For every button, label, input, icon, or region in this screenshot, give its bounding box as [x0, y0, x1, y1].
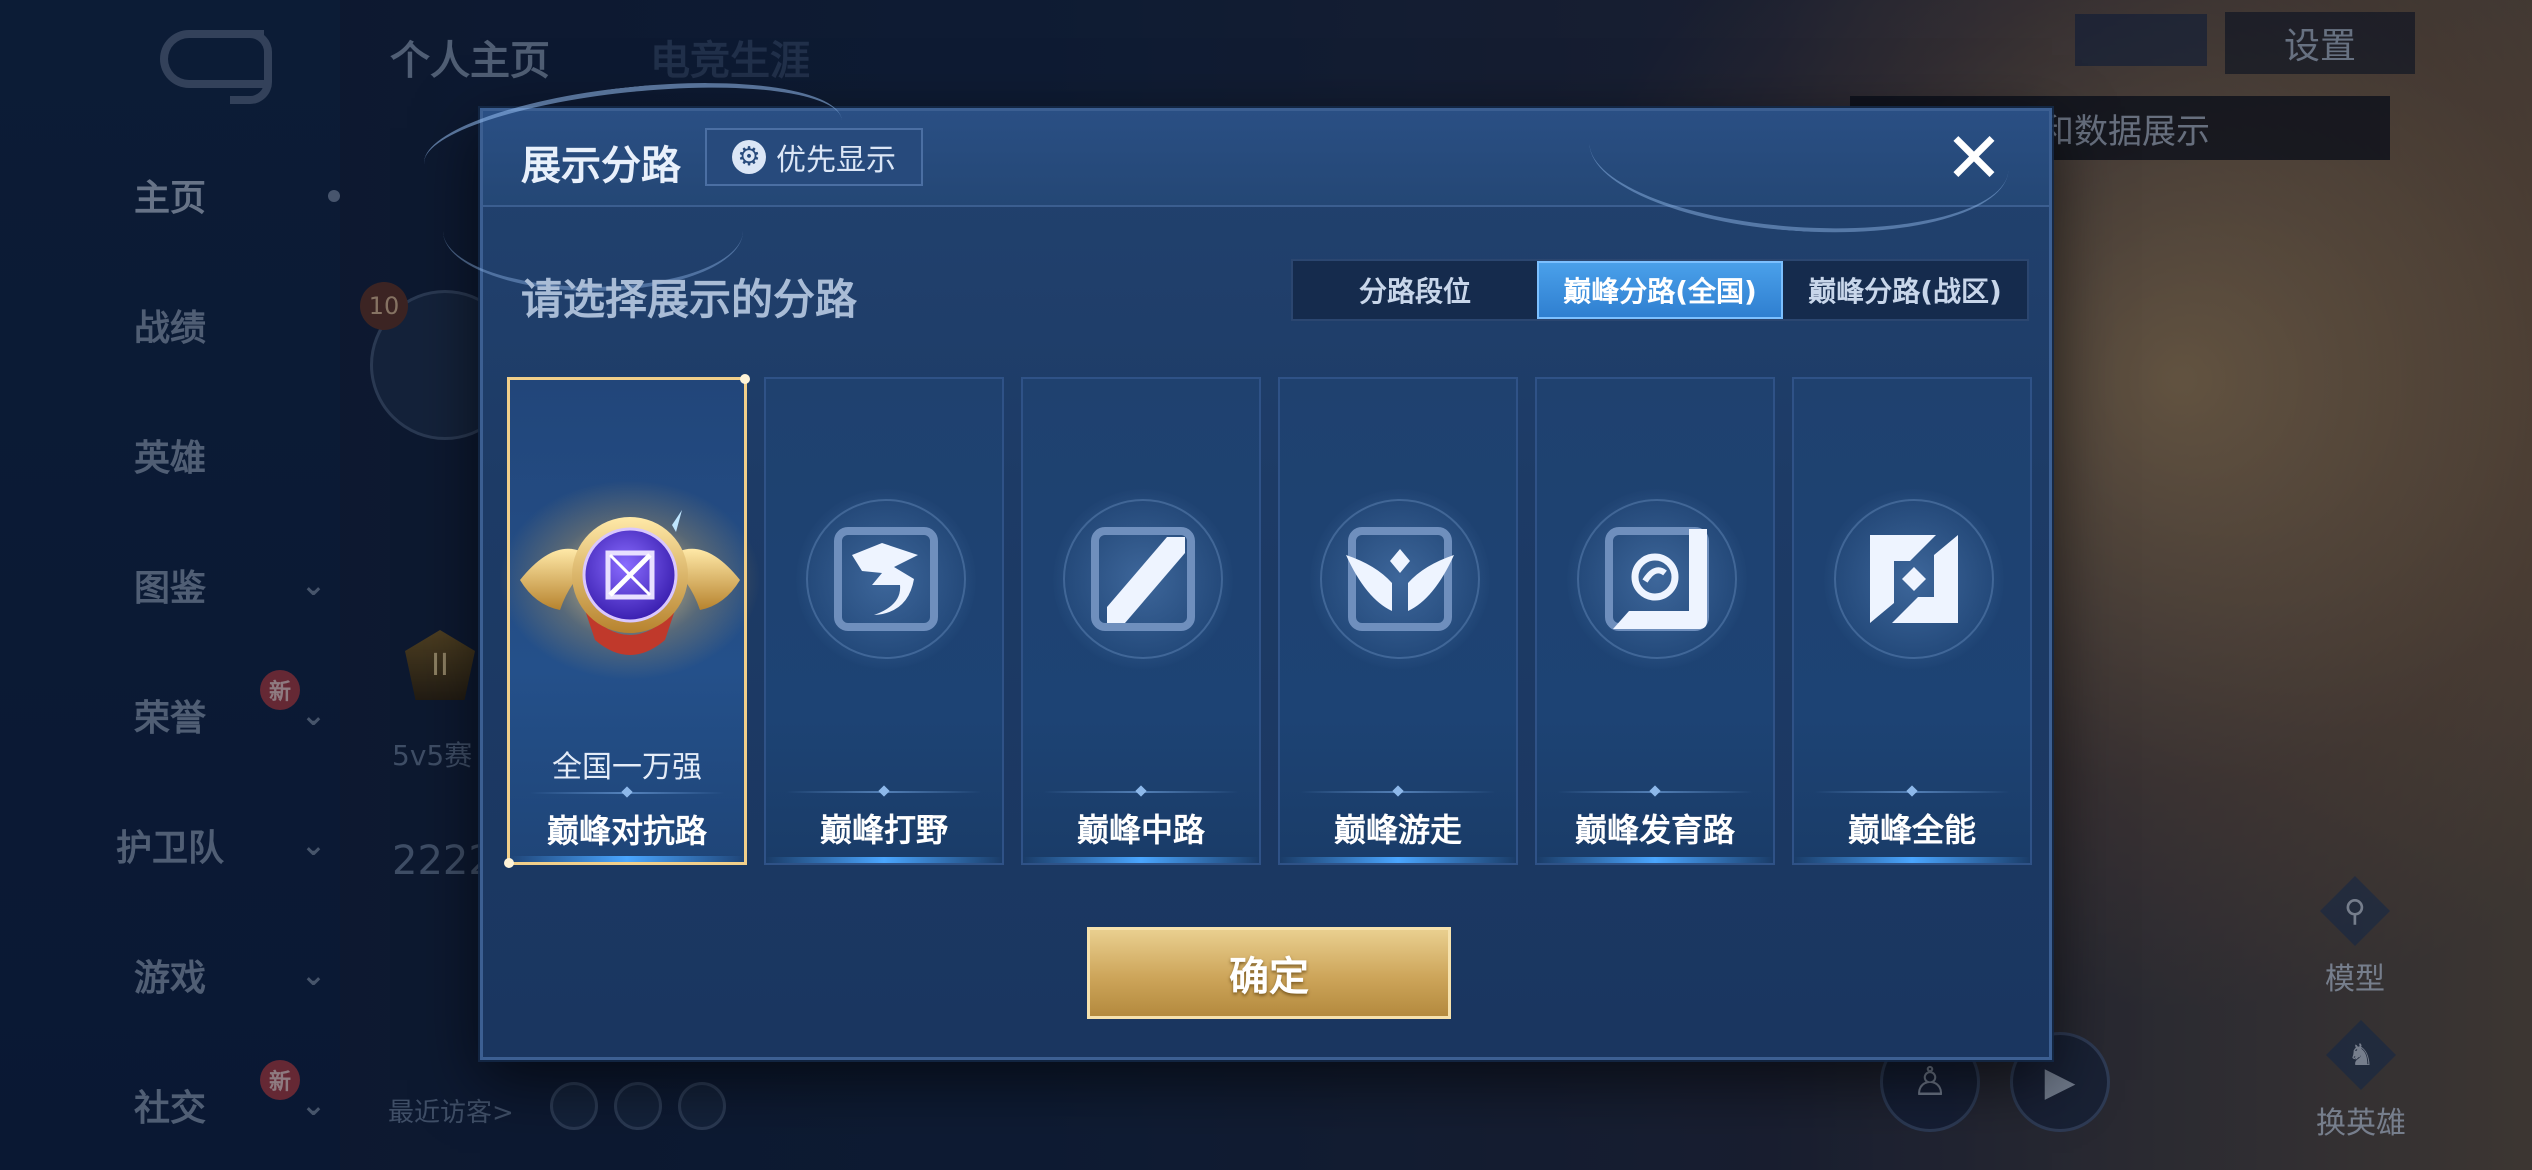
lane-card-jungle[interactable]: 巅峰打野 — [764, 377, 1004, 865]
lane-card-clash[interactable]: 全国一万强 巅峰对抗路 — [500, 374, 760, 868]
card-divider — [1300, 791, 1496, 793]
dialog-title: 展示分路 — [521, 143, 681, 189]
lane-card-mid[interactable]: 巅峰中路 — [1021, 377, 1261, 865]
jungle-dragon-icon — [822, 515, 950, 643]
mid-lane-slash-icon — [1079, 515, 1207, 643]
card-divider — [1557, 791, 1753, 793]
close-icon: ✕ — [1944, 117, 2004, 199]
card-label: 巅峰发育路 — [1574, 811, 1735, 849]
tab-lane-rank[interactable]: 分路段位 — [1293, 261, 1537, 319]
tab-peak-lane-region[interactable]: 巅峰分路(战区) — [1783, 261, 2027, 319]
tab-peak-lane-national[interactable]: 巅峰分路(全国) — [1537, 261, 1783, 319]
confirm-button[interactable]: 确定 — [1087, 927, 1451, 1019]
card-label: 巅峰游走 — [1333, 811, 1462, 849]
farm-lane-icon — [1593, 515, 1721, 643]
lane-cards: 全国一万强 巅峰对抗路 巅峰打野 巅峰中路 巅峰游走 巅峰发育路 巅峰全能 — [500, 374, 2032, 868]
card-label: 巅峰中路 — [1076, 811, 1205, 849]
dialog-header: 展示分路 ⚙ 优先显示 ✕ — [418, 65, 2049, 291]
gear-icon: ⚙ — [732, 140, 766, 174]
card-label: 巅峰对抗路 — [546, 812, 707, 850]
card-divider — [786, 791, 982, 793]
lane-card-roam[interactable]: 巅峰游走 — [1278, 377, 1518, 865]
roam-wings-icon — [1336, 515, 1464, 643]
clash-lane-rank-emblem-icon — [500, 480, 760, 680]
card-divider — [1043, 791, 1239, 793]
rank-text: 全国一万强 — [552, 750, 702, 785]
lane-card-farm[interactable]: 巅峰发育路 — [1535, 377, 1775, 865]
card-label: 巅峰打野 — [819, 811, 948, 849]
priority-display-button[interactable]: ⚙ 优先显示 — [705, 128, 923, 186]
corner-sparkle — [740, 374, 750, 384]
lane-filter-tabs: 分路段位 巅峰分路(全国) 巅峰分路(战区) — [1291, 259, 2029, 321]
close-button[interactable]: ✕ — [1941, 123, 2007, 193]
all-round-icon — [1850, 515, 1978, 643]
priority-display-label: 优先显示 — [776, 143, 896, 178]
card-label: 巅峰全能 — [1847, 811, 1976, 849]
lane-card-all-round[interactable]: 巅峰全能 — [1792, 377, 2032, 865]
corner-sparkle — [504, 858, 514, 868]
lane-display-dialog: 展示分路 ⚙ 优先显示 ✕ 请选择展示的分路 分路段位 巅峰分路(全国) 巅峰分… — [418, 65, 2052, 1060]
card-divider — [530, 792, 724, 794]
card-divider — [1814, 791, 2010, 793]
dialog-subtitle: 请选择展示的分路 — [521, 275, 858, 324]
